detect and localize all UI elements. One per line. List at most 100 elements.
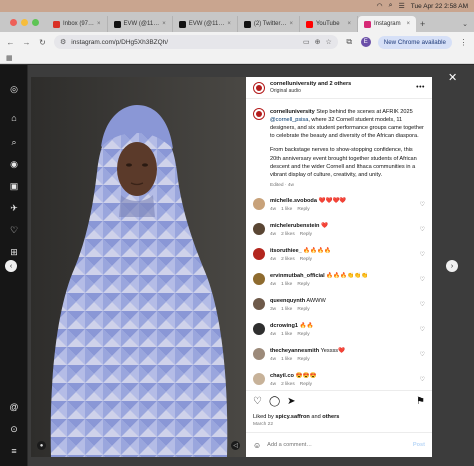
extensions-icon[interactable]: ⧉ [345, 37, 354, 47]
commenter-avatar[interactable] [253, 272, 265, 285]
explore-icon[interactable]: ◉ [8, 158, 20, 170]
like-comment-icon[interactable]: ♡ [420, 326, 425, 333]
close-tab-icon[interactable]: × [406, 21, 410, 27]
close-window-button[interactable] [10, 19, 17, 26]
post-author[interactable]: cornelluniversity [270, 81, 316, 87]
zoom-window-button[interactable] [32, 19, 39, 26]
more-options-icon[interactable]: ••• [416, 84, 425, 91]
commenter-username[interactable]: queenquynth [270, 298, 305, 304]
url-text[interactable]: instagram.com/p/DHg5Xh3BZQh/ [71, 39, 168, 46]
commenter-avatar[interactable] [253, 247, 265, 260]
browser-tab[interactable]: EVW (@11… × [173, 16, 238, 32]
likes-others[interactable]: others [322, 414, 339, 420]
close-tab-icon[interactable]: × [227, 21, 231, 27]
caption-mention[interactable]: @cornell_psisa [270, 117, 308, 123]
instagram-logo-icon[interactable]: ◎ [8, 83, 20, 95]
like-comment-icon[interactable]: ♡ [420, 276, 425, 283]
like-comment-icon[interactable]: ♡ [420, 351, 425, 358]
likes-user[interactable]: spicy.saffron [275, 414, 309, 420]
control-center-icon[interactable]: ☰ [399, 2, 405, 10]
browser-tab[interactable]: Instagram × [357, 16, 416, 32]
home-icon[interactable]: ⌂ [8, 112, 20, 124]
comment-icon[interactable]: ◯ [269, 396, 280, 407]
like-comment-icon[interactable]: ♡ [420, 226, 425, 233]
site-info-icon[interactable]: ⚙ [60, 38, 66, 46]
bookmark-star-icon[interactable]: ☆ [325, 38, 331, 46]
tagged-users-icon[interactable]: ● [37, 441, 46, 450]
reply-button[interactable]: Reply [297, 307, 309, 313]
close-post-icon[interactable]: ✕ [448, 71, 457, 84]
close-tab-icon[interactable]: × [97, 21, 101, 27]
create-icon[interactable]: ⊞ [8, 246, 20, 258]
comment-likes[interactable]: 1 like [281, 307, 292, 313]
commenter-username[interactable]: ervinmutbah_official [270, 273, 325, 279]
commenter-avatar[interactable] [253, 372, 265, 385]
profile-avatar[interactable]: E [360, 37, 371, 47]
comments-list[interactable]: cornelluniversity Step behind the scenes… [246, 100, 432, 390]
mute-audio-icon[interactable]: ◁ [231, 441, 240, 450]
commenter-avatar[interactable] [253, 197, 265, 210]
commenter-username[interactable]: dcrowing1 [270, 323, 298, 329]
caption-author[interactable]: cornelluniversity [270, 109, 315, 115]
notifications-icon[interactable]: ♡ [8, 224, 20, 236]
audio-label[interactable]: Original audio [270, 88, 351, 94]
new-tab-button[interactable]: + [416, 19, 429, 32]
reply-button[interactable]: Reply [297, 207, 309, 213]
comment-likes[interactable]: 2 likes [281, 382, 295, 388]
like-comment-icon[interactable]: ♡ [420, 376, 425, 383]
commenter-username[interactable]: michelle.svoboda [270, 198, 317, 204]
chrome-update-button[interactable]: New Chrome available [377, 35, 452, 49]
post-media[interactable]: ● ◁ [31, 77, 246, 457]
commenter-avatar[interactable] [253, 322, 265, 335]
reply-button[interactable]: Reply [297, 357, 309, 363]
browser-tab[interactable]: EVW (@11… × [108, 16, 173, 32]
reply-button[interactable]: Reply [297, 332, 309, 338]
commenter-avatar[interactable] [253, 297, 265, 310]
reply-button[interactable]: Reply [300, 232, 312, 238]
threads-icon[interactable]: @ [8, 401, 20, 413]
comment-likes[interactable]: 1 like [281, 357, 292, 363]
like-comment-icon[interactable]: ♡ [420, 301, 425, 308]
zoom-icon[interactable]: ⊕ [315, 38, 321, 46]
reload-button[interactable]: ↻ [38, 38, 47, 47]
commenter-avatar[interactable] [253, 347, 265, 360]
more-menu-icon[interactable]: ≡ [8, 445, 20, 457]
commenter-username[interactable]: itsoruthiee_ [270, 248, 302, 254]
messages-icon[interactable]: ✈ [8, 202, 20, 214]
close-tab-icon[interactable]: × [289, 21, 293, 27]
forward-button[interactable]: → [22, 38, 31, 47]
browser-tab[interactable]: (2) Twitter… × [238, 16, 300, 32]
close-tab-icon[interactable]: × [347, 21, 351, 27]
previous-post-button[interactable]: ‹ [5, 260, 17, 272]
comment-input[interactable]: Add a comment… [267, 442, 407, 448]
comment-likes[interactable]: 2 likes [281, 257, 295, 263]
search-icon[interactable]: ⌕ [389, 2, 393, 10]
author-avatar[interactable] [253, 81, 265, 94]
post-comment-button[interactable]: Post [413, 442, 425, 448]
back-button[interactable]: ← [6, 38, 15, 47]
commenter-username[interactable]: chayil.co [270, 373, 294, 379]
wifi-icon[interactable]: ◠ [376, 2, 382, 10]
reply-button[interactable]: Reply [300, 257, 312, 263]
tab-search-icon[interactable]: ⌄ [462, 20, 474, 32]
reply-button[interactable]: Reply [297, 282, 309, 288]
emoji-icon[interactable]: ☺ [253, 441, 261, 450]
reels-icon[interactable]: ▣ [8, 180, 20, 192]
browser-menu-icon[interactable]: ⋮ [459, 38, 468, 47]
like-icon[interactable]: ♡ [253, 396, 262, 407]
caption-author-avatar[interactable] [253, 108, 265, 120]
browser-tab[interactable]: YouTube × [300, 16, 358, 32]
commenter-username[interactable]: thecheyannesmith [270, 348, 319, 354]
comment-likes[interactable]: 1 like [281, 282, 292, 288]
address-bar[interactable]: ⚙ instagram.com/p/DHg5Xh3BZQh/ ▭ ⊕ ☆ [54, 35, 338, 49]
comment-likes[interactable]: 1 like [281, 207, 292, 213]
commenter-username[interactable]: michelerubenstein [270, 223, 319, 229]
save-bookmark-icon[interactable]: ⚑ [416, 396, 425, 407]
search-icon[interactable]: ⌕ [8, 136, 20, 148]
apps-grid-icon[interactable]: ▦ [6, 54, 13, 62]
meta-icon[interactable]: ⊙ [8, 423, 20, 435]
cast-icon[interactable]: ▭ [303, 38, 310, 46]
browser-tab[interactable]: Inbox (97… × [47, 16, 108, 32]
share-icon[interactable]: ➤ [287, 396, 295, 407]
close-tab-icon[interactable]: × [162, 21, 166, 27]
